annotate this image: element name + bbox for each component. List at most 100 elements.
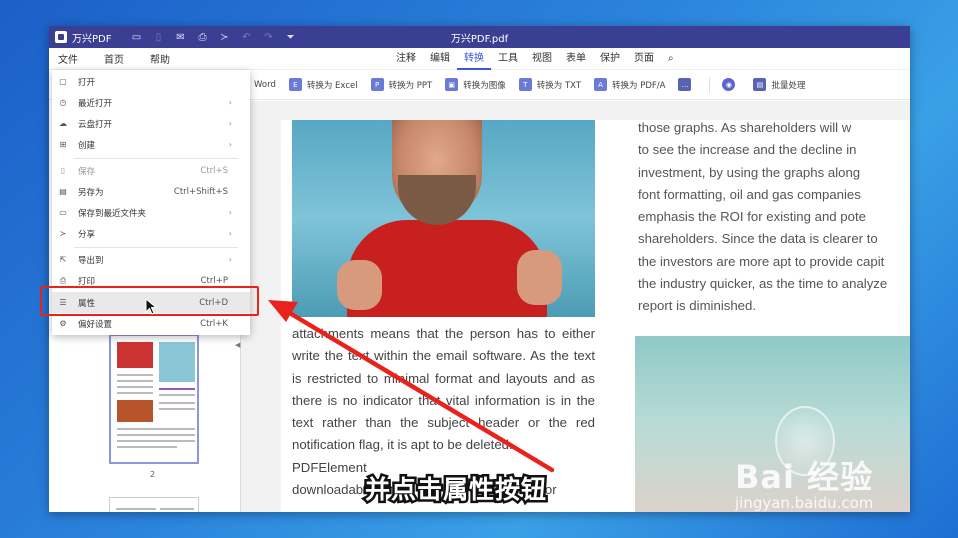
menu-item-cloud-open[interactable]: ☁ 云盘打开 ›: [52, 113, 250, 134]
menu-item-label: 打开: [78, 77, 96, 88]
mail-icon[interactable]: ✉: [169, 26, 191, 48]
collapse-panel-icon[interactable]: ◀: [235, 341, 240, 349]
convert-pdfa-button[interactable]: A 转换为 PDF/A: [594, 78, 665, 91]
menu-help[interactable]: 帮助: [150, 51, 170, 66]
menu-item-label: 最近打开: [78, 98, 113, 109]
cloud-icon: ☁: [59, 119, 67, 128]
thumb-line: [117, 440, 195, 442]
chevron-right-icon: ›: [228, 208, 232, 217]
print-icon: ⎙: [59, 275, 67, 285]
right-column-text: those graphs. As shareholders will w to …: [638, 117, 910, 318]
thumb-line: [159, 388, 195, 390]
print-icon[interactable]: ⎙: [191, 26, 213, 48]
menu-home[interactable]: 首页: [104, 51, 124, 66]
save-as-icon: ▤: [59, 187, 67, 196]
tab-view[interactable]: 视图: [525, 48, 559, 70]
tool-label: Word: [254, 79, 276, 90]
page-thumbnail-3[interactable]: [109, 497, 199, 512]
menu-item-create[interactable]: ⊞ 创建 ›: [52, 134, 250, 155]
tab-annotate[interactable]: 注释: [389, 48, 423, 70]
excel-icon: E: [288, 78, 302, 91]
paragraph-tail: PDFElement: [292, 459, 367, 475]
menu-item-share[interactable]: ≻ 分享 ›: [52, 223, 250, 244]
undo-icon[interactable]: ↶: [235, 26, 257, 48]
ocr-icon: ◉: [722, 78, 736, 91]
menu-item-save-recent-folder[interactable]: ▭ 保存到最近文件夹 ›: [52, 202, 250, 223]
chevron-right-icon: ›: [228, 255, 232, 264]
tab-tools[interactable]: 工具: [491, 48, 525, 70]
menu-item-save[interactable]: ▯ 保存 Ctrl+S: [52, 160, 250, 181]
menu-item-preferences[interactable]: ⚙ 偏好设置 Ctrl+K: [52, 313, 250, 334]
menu-bar: 文件 首页 帮助 注释 编辑 转换 工具 视图 表单 保护 页面 ⌕: [49, 48, 910, 70]
thumb-line: [117, 374, 153, 376]
search-icon[interactable]: ⌕: [661, 48, 681, 70]
redo-icon[interactable]: ↷: [257, 26, 279, 48]
toolbar-separator: [709, 76, 711, 93]
convert-image-button[interactable]: ▣ 转换为图像: [445, 78, 506, 91]
tool-label: 转换为 TXT: [536, 80, 582, 91]
menu-item-open[interactable]: ▢ 打开: [52, 71, 250, 92]
thumb-image: [159, 342, 195, 382]
tab-edit[interactable]: 编辑: [423, 48, 457, 70]
photo-shape: [517, 250, 562, 305]
menu-item-export[interactable]: ⇱ 导出到 ›: [52, 249, 250, 270]
save-icon[interactable]: ▯: [147, 26, 169, 48]
ocr-button[interactable]: ◉: [722, 78, 740, 91]
watermark-sub: jingyan.baidu.com: [735, 494, 874, 512]
thumb-line: [117, 428, 195, 430]
thumb-line: [159, 408, 195, 410]
tool-label: 转换为 PDF/A: [612, 80, 666, 91]
tab-page[interactable]: 页面: [627, 48, 661, 70]
title-bar: 万兴PDF ▭ ▯ ✉ ⎙ ≻ ↶ ↷ ⏷ 万兴PDF.pdf: [49, 26, 910, 48]
text-line: shareholders. Since the data is clearer …: [638, 231, 878, 247]
thumb-line: [117, 380, 153, 382]
menu-item-label: 偏好设置: [78, 319, 113, 330]
export-icon: ⇱: [59, 255, 67, 264]
text-line: emphasis the ROI for existing and pote: [638, 209, 866, 225]
pdfa-icon: A: [594, 78, 608, 91]
text-line: those graphs. As shareholders will w: [638, 120, 852, 135]
thumb-line: [159, 402, 195, 404]
tutorial-caption: 并点击属性按钮: [362, 473, 548, 507]
baidu-watermark: Bai 经验 jingyan.baidu.com: [735, 452, 873, 512]
convert-word-button[interactable]: Word: [254, 80, 276, 90]
open-folder-icon[interactable]: ▭: [125, 26, 147, 48]
menu-item-shortcut: Ctrl+P: [200, 275, 228, 286]
menu-separator: [74, 247, 238, 248]
image-icon: ▣: [445, 78, 459, 91]
create-icon: ⊞: [59, 140, 67, 149]
quick-access-dropdown-icon[interactable]: ⏷: [279, 26, 301, 48]
menu-item-save-as[interactable]: ▤ 另存为 Ctrl+Shift+S: [52, 181, 250, 202]
text-line: to see the increase and the decline in: [638, 142, 857, 158]
tab-convert[interactable]: 转换: [457, 48, 491, 70]
photo-shape: [337, 260, 382, 310]
menu-item-label: 云盘打开: [78, 119, 113, 130]
tab-form[interactable]: 表单: [559, 48, 593, 70]
menu-separator: [74, 158, 238, 159]
thumb-line: [116, 508, 156, 510]
photo-shape: [398, 175, 476, 225]
text-line: font formatting, oil and gas companies: [638, 186, 861, 202]
page-thumbnail-2[interactable]: [109, 334, 199, 464]
page-number-label: 2: [150, 470, 156, 479]
chevron-right-icon: ›: [228, 229, 232, 238]
tab-protect[interactable]: 保护: [593, 48, 627, 70]
batch-process-button[interactable]: ▤ 批量处理: [753, 78, 805, 91]
convert-txt-button[interactable]: T 转换为 TXT: [518, 78, 582, 91]
menu-file[interactable]: 文件: [58, 51, 78, 66]
mouse-cursor-icon: [145, 298, 158, 315]
convert-excel-button[interactable]: E 转换为 Excel: [288, 78, 358, 91]
tool-label: 转换为图像: [463, 80, 506, 91]
thumb-line: [117, 386, 153, 388]
tool-label: 批量处理: [771, 80, 806, 91]
more-formats-button[interactable]: …: [678, 78, 696, 91]
text-line: the industry quicker, as the time to ana…: [638, 276, 888, 292]
convert-ppt-button[interactable]: P 转换为 PPT: [370, 78, 432, 91]
folder-icon: ▭: [59, 208, 67, 217]
share-icon[interactable]: ≻: [213, 26, 235, 48]
menu-item-recent[interactable]: ◷ 最近打开 ›: [52, 92, 250, 113]
save-icon: ▯: [60, 166, 66, 175]
chevron-right-icon: ›: [228, 119, 232, 128]
text-line: report is diminished.: [638, 298, 757, 314]
thumb-image: [117, 400, 153, 422]
